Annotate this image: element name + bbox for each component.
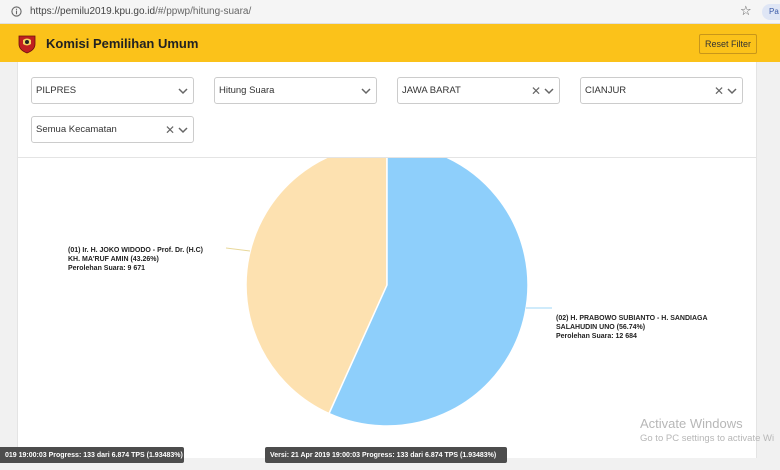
app-header: Komisi Pemilihan Umum Reset Filter bbox=[0, 24, 780, 62]
clear-icon[interactable]: ✕ bbox=[531, 84, 541, 98]
regency-select-value: CIANJUR bbox=[585, 85, 627, 96]
clear-icon[interactable]: ✕ bbox=[165, 123, 175, 137]
url-text[interactable]: https://pemilu2019.kpu.go.id/#/ppwp/hitu… bbox=[30, 6, 251, 17]
slice-label-01: (01) Ir. H. JOKO WIDODO - Prof. Dr. (H.C… bbox=[68, 246, 203, 273]
filter-panel: PILPRES Hitung Suara JAWA BARAT ✕ CIANJU… bbox=[17, 62, 757, 158]
vote-pie-chart bbox=[225, 158, 552, 427]
slice-label-02-votes: Perolehan Suara: 12 684 bbox=[556, 333, 637, 340]
url-path: /#/ppwp/hitung-suara/ bbox=[155, 6, 252, 17]
mode-select-value: Hitung Suara bbox=[219, 85, 275, 96]
app-title: Komisi Pemilihan Umum bbox=[46, 35, 199, 51]
kpu-logo-icon bbox=[18, 35, 36, 54]
chart-card: (01) Ir. H. JOKO WIDODO - Prof. Dr. (H.C… bbox=[17, 158, 757, 458]
version-bar-left: 019 19:00:03 Progress: 133 dari 6.874 TP… bbox=[0, 447, 184, 463]
slice-label-02-line1: (02) H. PRABOWO SUBIANTO - H. SANDIAGA bbox=[556, 315, 708, 322]
reset-filter-button[interactable]: Reset Filter bbox=[699, 34, 757, 54]
mode-select[interactable]: Hitung Suara bbox=[214, 77, 377, 104]
slice-label-01-line2: KH. MA'RUF AMIN (43.26%) bbox=[68, 256, 159, 263]
url-host: https://pemilu2019.kpu.go.id bbox=[30, 6, 156, 17]
browser-address-bar[interactable]: https://pemilu2019.kpu.go.id/#/ppwp/hitu… bbox=[0, 0, 780, 24]
district-select[interactable]: Semua Kecamatan ✕ bbox=[31, 116, 194, 143]
slice-label-02-line2: SALAHUDIN UNO (56.74%) bbox=[556, 324, 646, 331]
screen: https://pemilu2019.kpu.go.id/#/ppwp/hitu… bbox=[0, 0, 780, 470]
regency-select[interactable]: CIANJUR ✕ bbox=[580, 77, 743, 104]
bookmark-star-icon[interactable]: ☆ bbox=[740, 4, 752, 19]
profile-badge[interactable]: Pa bbox=[762, 4, 780, 20]
chevron-down-icon[interactable] bbox=[544, 86, 554, 96]
leader-line-01 bbox=[225, 247, 251, 252]
chevron-down-icon[interactable] bbox=[178, 86, 188, 96]
election-select-value: PILPRES bbox=[36, 85, 77, 96]
version-bar-center: Versi: 21 Apr 2019 19:00:03 Progress: 13… bbox=[265, 447, 507, 463]
province-select-value: JAWA BARAT bbox=[402, 85, 461, 96]
slice-label-01-line1: (01) Ir. H. JOKO WIDODO - Prof. Dr. (H.C… bbox=[68, 247, 203, 254]
slice-label-01-votes: Perolehan Suara: 9 671 bbox=[68, 265, 146, 272]
chevron-down-icon[interactable] bbox=[178, 125, 188, 135]
slice-label-02: (02) H. PRABOWO SUBIANTO - H. SANDIAGA S… bbox=[556, 314, 708, 341]
province-select[interactable]: JAWA BARAT ✕ bbox=[397, 77, 560, 104]
windows-watermark-title: Activate Windows bbox=[640, 416, 743, 431]
info-icon[interactable] bbox=[10, 6, 22, 18]
district-select-value: Semua Kecamatan bbox=[36, 124, 117, 135]
clear-icon[interactable]: ✕ bbox=[714, 84, 724, 98]
election-select[interactable]: PILPRES bbox=[31, 77, 194, 104]
chevron-down-icon[interactable] bbox=[727, 86, 737, 96]
chevron-down-icon[interactable] bbox=[361, 86, 371, 96]
windows-watermark-subtitle: Go to PC settings to activate Wi bbox=[640, 433, 775, 444]
